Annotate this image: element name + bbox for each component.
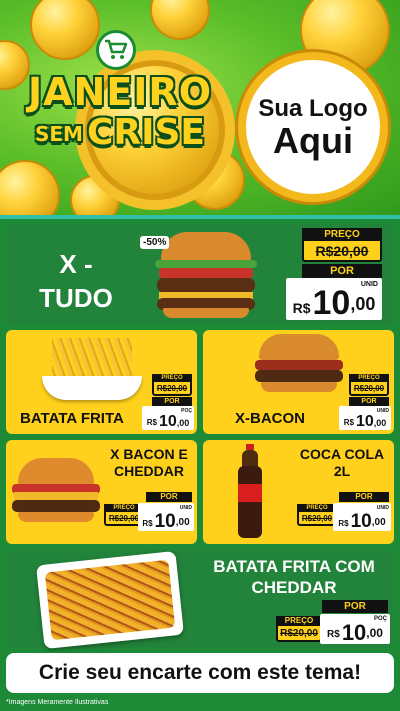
product-name: BATATA FRITA COM CHEDDAR [213,557,375,598]
price-dec: ,00 [175,517,190,528]
featured-card[interactable]: X - TUDO -50% PREÇO R$20,00 POR R$ 10 ,0… [6,224,394,324]
price-int: 10 [355,413,374,430]
currency: R$ [142,519,153,528]
soda-bottle-image [235,444,265,540]
new-price: R$ 10 ,00 UNID [286,278,382,320]
title-line2: SEM CRISE [10,112,230,153]
price-int: 10 [158,413,177,430]
footnote: *Imagens Meramente Ilustrativas [6,699,109,706]
price-dec: ,00 [371,517,386,528]
price-unit: UNID [360,281,378,288]
por-label: POR [322,600,388,613]
new-price: R$ 10 ,00 UNID [138,503,194,531]
price-int: 10 [341,620,367,645]
price-label: PREÇO [349,374,389,382]
price-unit: UNID [376,505,389,511]
price-int: 10 [154,511,176,532]
old-price: R$20,00 [108,514,140,523]
old-price-box: PREÇO R$20,00 [152,374,192,396]
old-price: R$20,00 [156,384,188,393]
new-price: R$ 10 ,00 POÇ [320,614,390,644]
product-name: X-BACON [235,410,305,427]
currency: R$ [338,519,349,528]
old-price-box: PREÇO R$20,00 [276,616,322,642]
price-unit: UNID [179,505,192,511]
price-dec: ,00 [373,418,387,428]
title-line1: JANEIRO [27,70,212,114]
old-price-box: PREÇO R$20,00 [349,374,389,396]
por-label: POR [349,397,389,406]
price-unit: POÇ [373,616,387,622]
logo-placeholder[interactable]: Sua Logo Aqui [238,52,388,202]
fries-image [42,338,142,402]
logo-line1: Sua Logo [258,95,368,122]
price-int: 10 [312,284,351,322]
new-price: R$ 10 ,00 POÇ [142,406,194,430]
featured-name: X - TUDO [39,249,113,313]
price-label: PREÇO [152,374,192,382]
hero-banner: JANEIRO SEM CRISE Sua Logo Aqui [0,0,400,215]
product-card-x-bacon[interactable]: X-BACON PREÇO R$20,00 POR R$ 10 ,00 UNID [203,330,394,434]
por-label: POR [302,264,382,278]
price-unit: POÇ [181,408,192,414]
old-price-box: PREÇO R$20,00 [297,504,337,526]
price-label: PREÇO [276,616,322,626]
product-name: BATATA FRITA [20,410,124,427]
title-crise: CRISE [86,112,206,153]
product-card-x-bacon-cheddar[interactable]: X BACON E CHEDDAR PREÇO R$20,00 POR R$ 1… [6,440,197,544]
logo-line2: Aqui [273,120,353,161]
product-card-batata-cheddar[interactable]: BATATA FRITA COM CHEDDAR POR PREÇO R$20,… [6,550,394,650]
price-dec: ,00 [366,626,383,640]
new-price: R$ 10 ,00 UNID [339,406,391,430]
por-label: POR [152,397,192,406]
currency: R$ [146,418,157,427]
new-price: R$ 10 ,00 UNID [333,503,391,531]
burger-image [253,334,345,394]
currency: R$ [343,418,354,427]
product-name: X BACON E CHEDDAR [110,446,188,479]
coin-icon [30,0,100,60]
product-name: COCA COLA 2L [299,446,385,479]
currency: R$ [327,629,340,640]
title-sem: SEM [34,122,83,146]
shopping-cart-icon [96,30,136,70]
old-price-box: PREÇO R$20,00 [302,228,382,262]
price-int: 10 [350,511,372,532]
price-label: PREÇO [302,228,382,241]
price-unit: UNID [376,408,389,414]
coin-icon [150,0,210,40]
discount-badge: -50% [140,236,170,249]
price-dec: ,00 [350,294,376,314]
old-price: R$20,00 [280,628,318,639]
por-label: POR [339,492,389,502]
old-price: R$20,00 [353,384,385,393]
campaign-title: JANEIRO SEM CRISE [10,70,230,153]
product-card-coca-cola[interactable]: COCA COLA 2L PREÇO R$20,00 POR R$ 10 ,00… [203,440,394,544]
por-label: POR [146,492,192,502]
price-label: PREÇO [297,504,337,512]
old-price: R$20,00 [301,514,333,523]
cta-banner[interactable]: Crie seu encarte com este tema! [6,653,394,693]
price-dec: ,00 [176,418,190,428]
burger-image [10,458,102,524]
old-price: R$20,00 [315,243,369,259]
coin-icon [0,160,60,215]
currency: R$ [292,300,311,316]
cheddar-fries-image [35,550,185,650]
product-card-batata-frita[interactable]: BATATA FRITA PREÇO R$20,00 POR R$ 10 ,00… [6,330,197,434]
